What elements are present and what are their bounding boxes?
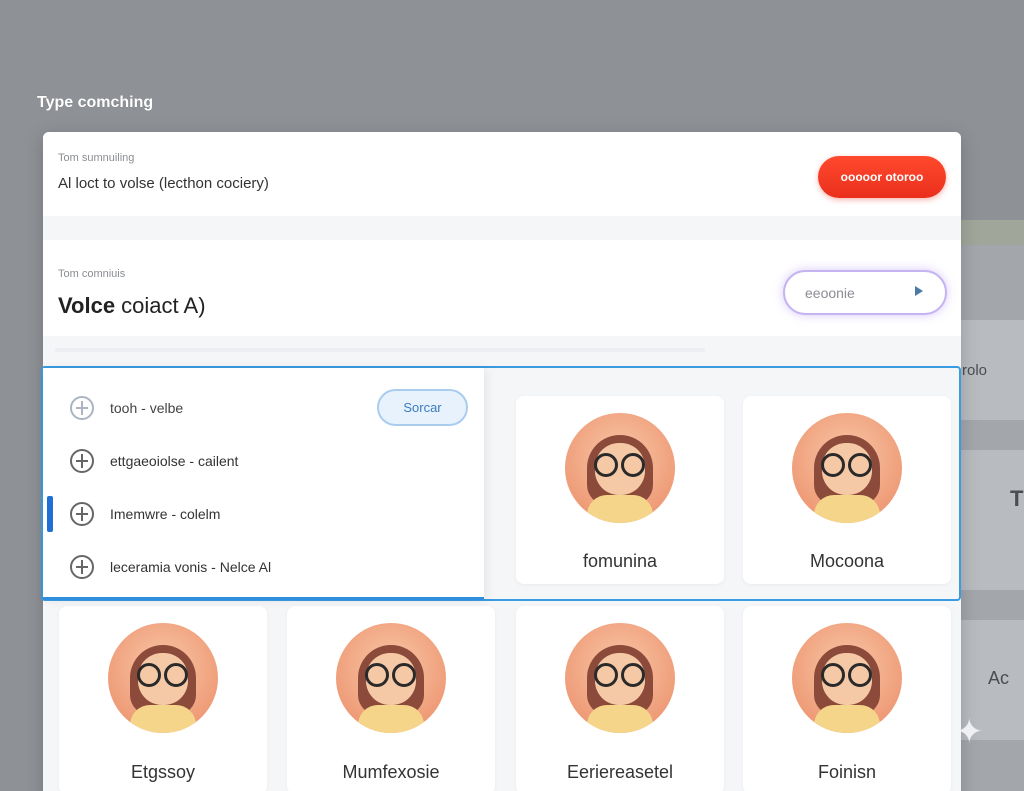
settings-row-voice-select: Tom comniuis Volce coiact A) eeoonie: [43, 240, 961, 336]
dropdown-item[interactable]: ettgaeoiolse - cailent: [43, 435, 484, 487]
dropdown-underline: [43, 597, 484, 600]
primary-action-button[interactable]: ooooor otoroo: [818, 156, 946, 198]
field-label: Tom sumnuiling: [58, 152, 135, 164]
selection-indicator: [47, 496, 53, 532]
preview-button-label: eeoonie: [805, 284, 855, 301]
dropdown-item[interactable]: leceramia vonis - Nelce Al: [43, 541, 484, 593]
settings-row-voice-source: Tom sumnuiling Al loct to volse (lecthon…: [43, 132, 961, 216]
voice-card-name: Etgssoy: [130, 762, 196, 782]
divider: [55, 348, 705, 352]
background-text: Ac: [988, 668, 1010, 688]
dropdown-item-label: Imemwre - colelm: [110, 506, 221, 522]
dropdown-item-label: ettgaeoiolse - cailent: [110, 453, 239, 469]
globe-icon: [70, 555, 94, 579]
voice-card-name: Mumfexosie: [342, 762, 440, 782]
voice-card[interactable]: Etgssoy: [59, 606, 267, 791]
avatar: [565, 623, 675, 733]
globe-icon: [70, 502, 94, 526]
avatar: [792, 623, 902, 733]
globe-icon: [70, 396, 94, 420]
voice-card[interactable]: Eeriereasetel: [516, 606, 724, 791]
sparkle-icon: ✦: [955, 713, 984, 751]
globe-icon: [70, 449, 94, 473]
voice-select-value-rest: coiact A): [115, 293, 206, 318]
avatar: [108, 623, 218, 733]
voice-select-field[interactable]: Volce coiact A): [58, 293, 206, 319]
select-button[interactable]: Sorcar: [377, 389, 468, 426]
field-label: Tom comniuis: [58, 268, 126, 280]
avatar: [336, 623, 446, 733]
dropdown-item-selected[interactable]: Imemwre - colelm: [43, 488, 484, 540]
page-title: Type comching: [37, 94, 154, 111]
dropdown-item-label: tooh - velbe: [110, 400, 184, 416]
voice-card[interactable]: Mumfexosie: [287, 606, 495, 791]
field-value[interactable]: Al loct to volse (lecthon cociery): [58, 175, 269, 192]
background-green-strip: [960, 220, 1024, 246]
background-text: rolo: [962, 362, 988, 379]
voice-card-name: Foinisn: [817, 762, 877, 782]
voice-select-value-bold: Volce: [58, 293, 116, 318]
dropdown-item-label: leceramia vonis - Nelce Al: [110, 559, 272, 575]
background-text: T: [1010, 486, 1024, 511]
background-right-row: [960, 450, 1024, 590]
dropdown-item[interactable]: tooh - velbe Sorcar: [43, 382, 484, 434]
voice-card[interactable]: Foinisn: [743, 606, 951, 791]
voice-dropdown-menu: tooh - velbe Sorcar ettgaeoiolse - caile…: [43, 368, 484, 598]
preview-button[interactable]: eeoonie: [783, 270, 947, 315]
voice-card-name: Eeriereasetel: [566, 762, 674, 782]
play-icon: [915, 286, 923, 296]
